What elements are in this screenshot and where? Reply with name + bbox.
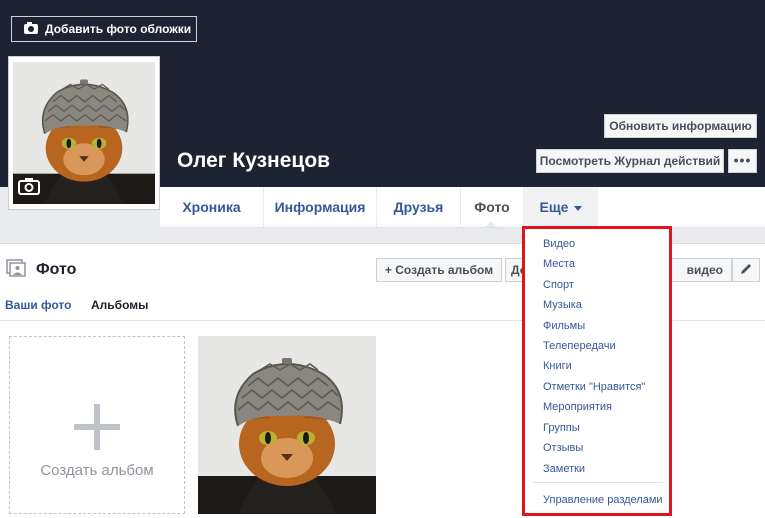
subtab-your-photos[interactable]: Ваши фото <box>5 298 71 312</box>
photos-icon <box>6 259 26 277</box>
menu-item-notes[interactable]: Заметки <box>543 463 585 475</box>
edit-button[interactable] <box>732 258 760 282</box>
menu-item-music[interactable]: Музыка <box>543 299 582 311</box>
tab-friends[interactable]: Друзья <box>377 187 461 227</box>
menu-item-events[interactable]: Мероприятия <box>543 401 612 413</box>
menu-item-likes[interactable]: Отметки "Нравится" <box>543 381 645 393</box>
more-options-button[interactable]: ••• <box>728 149 757 173</box>
menu-item-tv-shows[interactable]: Телепередачи <box>543 340 616 352</box>
menu-item-reviews[interactable]: Отзывы <box>543 442 583 454</box>
tab-about[interactable]: Информация <box>264 187 377 227</box>
update-info-button[interactable]: Обновить информацию <box>604 114 757 138</box>
plus-icon <box>74 404 120 450</box>
subtab-active-indicator <box>86 319 152 321</box>
album-thumbnail[interactable] <box>198 336 376 514</box>
more-dropdown-menu: Видео Места Спорт Музыка Фильмы Телепере… <box>522 226 672 516</box>
tab-more-label: Еще <box>539 199 569 215</box>
create-album-button[interactable]: + Создать альбом <box>376 258 502 282</box>
add-video-button[interactable]: видео <box>670 258 732 282</box>
subtab-albums[interactable]: Альбомы <box>91 298 148 312</box>
create-album-card-label: Создать альбом <box>40 462 154 479</box>
camera-icon <box>24 22 38 34</box>
add-cover-photo-button[interactable]: Добавить фото обложки <box>11 16 197 42</box>
profile-nav: Хроника Информация Друзья Фото Еще <box>160 187 765 228</box>
view-activity-log-button[interactable]: Посмотреть Журнал действий <box>536 149 724 173</box>
menu-item-movies[interactable]: Фильмы <box>543 320 585 332</box>
pencil-icon <box>741 264 751 274</box>
tab-more[interactable]: Еще <box>524 187 598 227</box>
tab-timeline[interactable]: Хроника <box>160 187 264 227</box>
update-profile-picture-icon[interactable] <box>18 177 40 198</box>
menu-item-places[interactable]: Места <box>543 258 575 270</box>
menu-item-books[interactable]: Книги <box>543 360 572 372</box>
menu-divider <box>533 482 663 483</box>
menu-item-groups[interactable]: Группы <box>543 422 580 434</box>
photos-section-title: Фото <box>36 261 77 278</box>
menu-item-video[interactable]: Видео <box>543 238 575 250</box>
chevron-down-icon <box>574 205 583 211</box>
profile-name[interactable]: Олег Кузнецов <box>177 149 330 173</box>
add-cover-photo-label: Добавить фото обложки <box>45 22 192 36</box>
menu-item-manage-sections[interactable]: Управление разделами <box>543 494 663 506</box>
active-tab-pointer <box>485 221 497 227</box>
menu-item-sports[interactable]: Спорт <box>543 279 574 291</box>
cat-photo <box>198 336 376 514</box>
